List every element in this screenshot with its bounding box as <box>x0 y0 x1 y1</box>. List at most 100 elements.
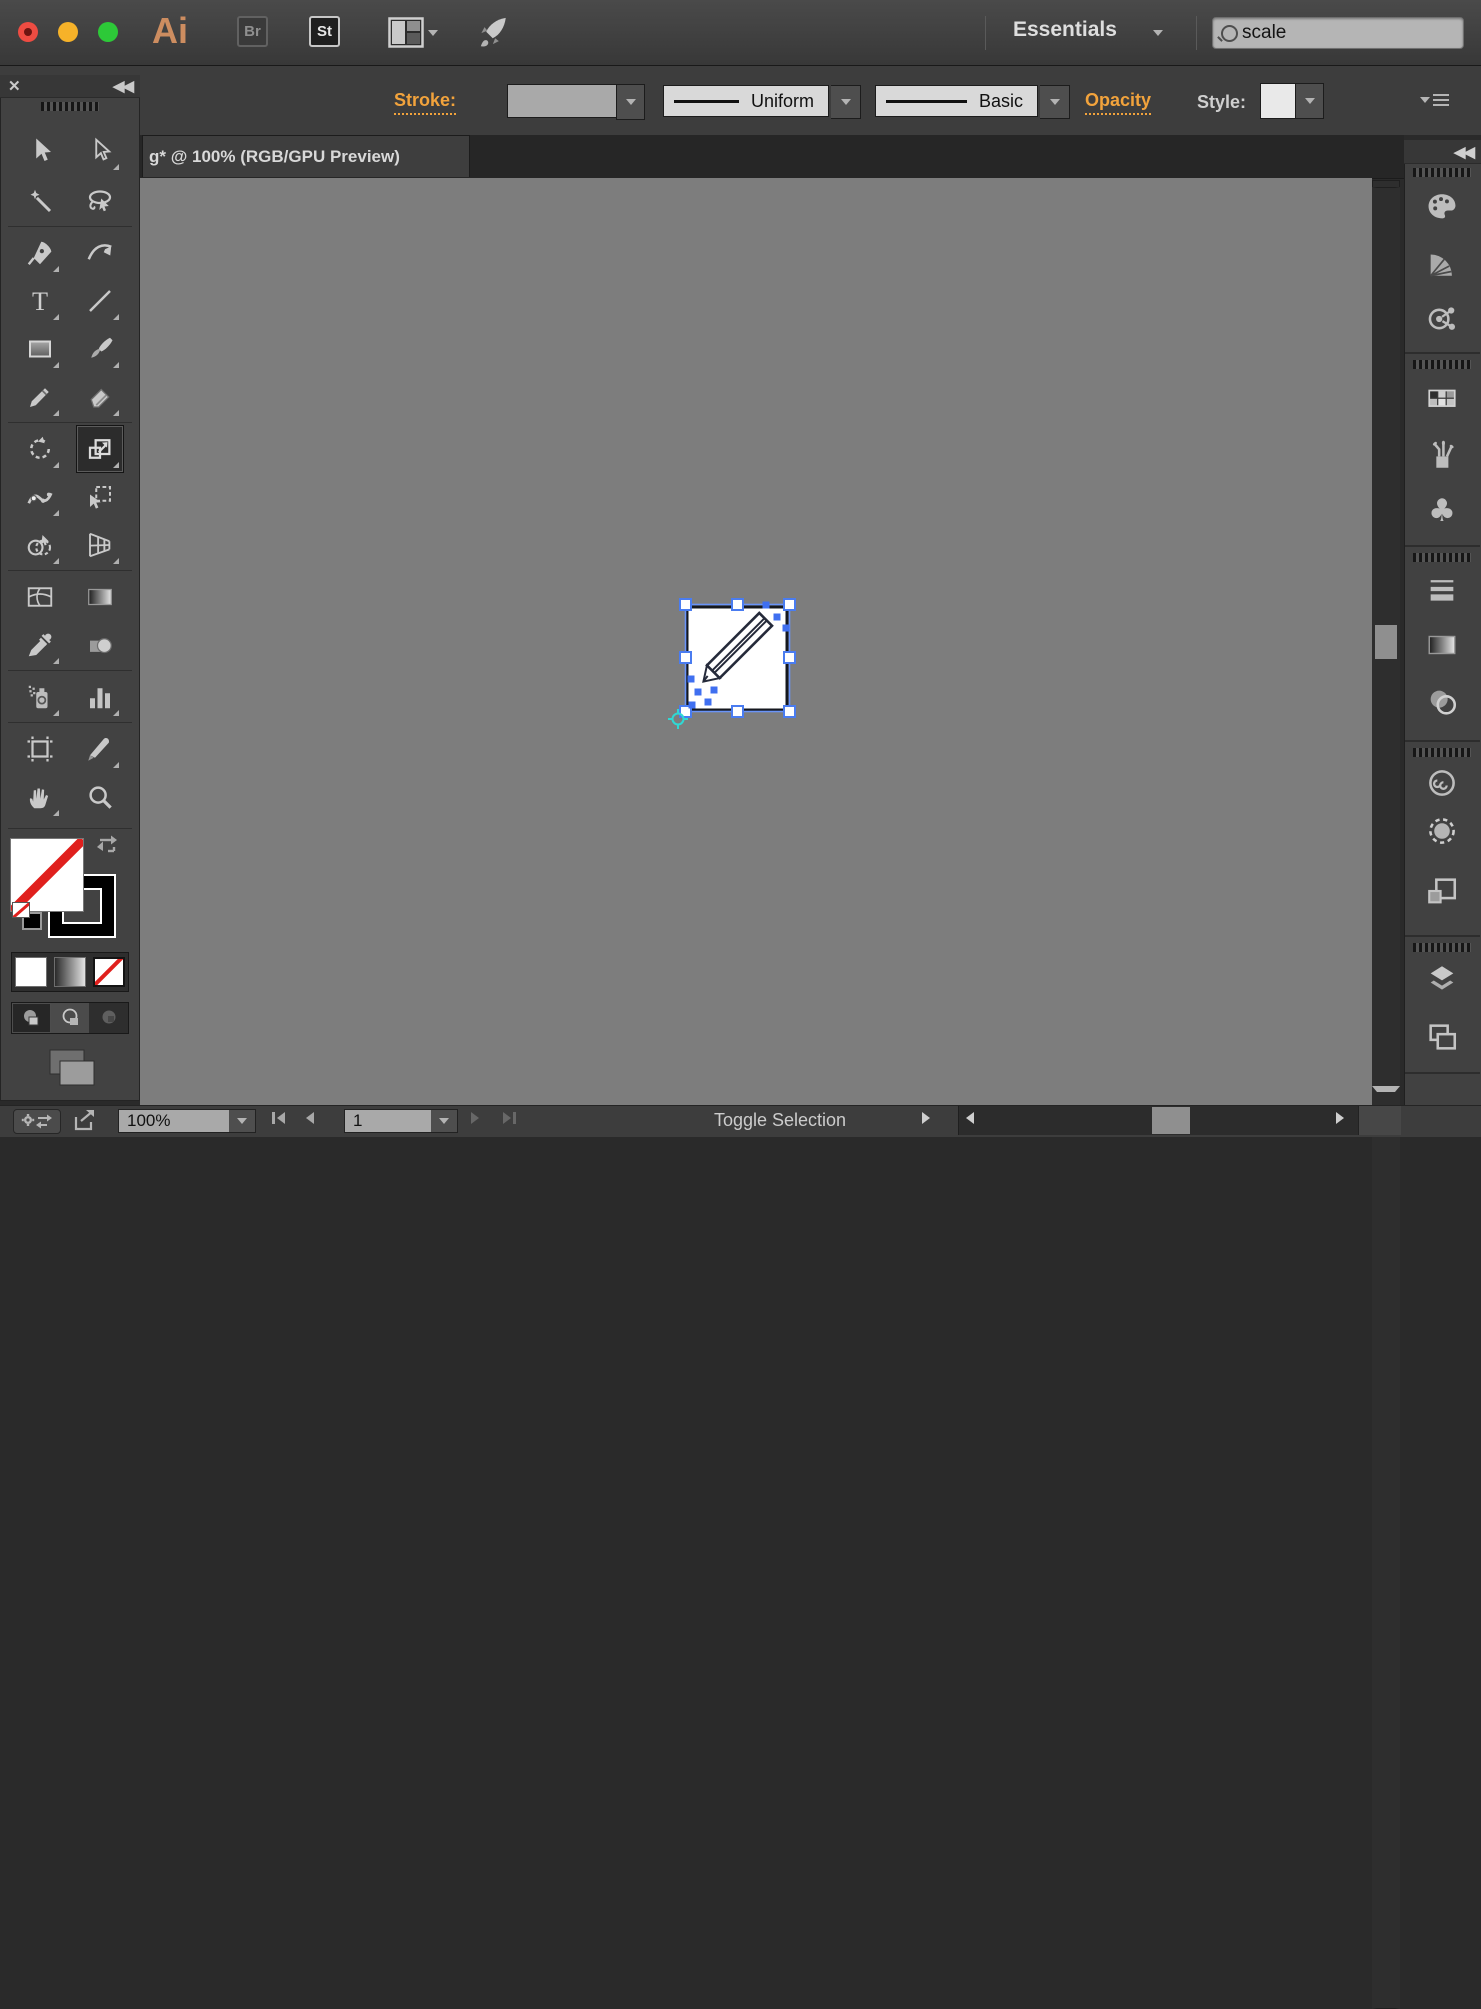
dock-gripper[interactable] <box>1413 553 1471 562</box>
magic-wand-tool-button[interactable] <box>17 178 63 224</box>
layers-panel-button[interactable] <box>1414 956 1470 1002</box>
selection-tool-button[interactable] <box>17 128 63 174</box>
width-profile-dropdown[interactable] <box>831 85 861 119</box>
bridge-button[interactable]: Br <box>237 16 268 47</box>
gradient-button[interactable] <box>54 957 86 987</box>
share-rocket-button[interactable] <box>476 14 510 55</box>
zoom-tool-button[interactable] <box>77 774 123 820</box>
close-window-button[interactable] <box>18 22 38 42</box>
scroll-right-arrow[interactable] <box>1336 1112 1344 1124</box>
line-segment-tool-button[interactable] <box>77 278 123 324</box>
minimize-window-button[interactable] <box>58 22 78 42</box>
arrange-documents-button[interactable] <box>388 17 424 53</box>
help-search-field[interactable]: ✕ <box>1212 17 1464 49</box>
eraser-tool-button[interactable] <box>77 374 123 420</box>
zoom-level-field[interactable]: 100% <box>118 1109 230 1133</box>
stock-button[interactable]: St <box>309 16 340 47</box>
first-artboard-button[interactable] <box>272 1112 285 1124</box>
draw-inside-button[interactable] <box>89 1003 128 1033</box>
opacity-panel-link[interactable]: Opacity <box>1085 90 1151 115</box>
scroll-left-arrow[interactable] <box>966 1112 974 1124</box>
image-trace-panel-button[interactable] <box>1414 808 1470 854</box>
free-transform-tool-button[interactable] <box>77 474 123 520</box>
gradient-tool-button[interactable] <box>77 574 123 620</box>
color-themes-panel-button[interactable] <box>1414 296 1470 342</box>
artboards-panel-button[interactable] <box>1414 1014 1470 1060</box>
stroke-panel-button[interactable] <box>1414 566 1470 612</box>
zoom-level-dropdown[interactable] <box>229 1109 256 1133</box>
asset-export-panel-button[interactable] <box>1414 868 1470 914</box>
color-guide-panel-button[interactable] <box>1414 240 1470 286</box>
cc-libraries-panel-button[interactable] <box>1414 760 1470 806</box>
slice-tool-button[interactable] <box>77 726 123 772</box>
symbols-panel-button[interactable]: ♣ <box>1414 488 1470 534</box>
transparency-panel-button[interactable] <box>1414 679 1470 725</box>
graphic-style-swatch[interactable] <box>1260 83 1296 119</box>
dock-gripper[interactable] <box>1413 360 1471 369</box>
blend-tool-button[interactable] <box>77 622 123 668</box>
panel-gripper[interactable] <box>41 102 99 111</box>
workspace-switcher-arrow[interactable] <box>1153 30 1163 36</box>
brushes-panel-button[interactable] <box>1414 432 1470 478</box>
stroke-weight-field[interactable] <box>507 84 617 118</box>
eyedropper-tool-button[interactable] <box>17 622 63 668</box>
next-artboard-button[interactable] <box>471 1112 479 1124</box>
zoom-window-button[interactable] <box>98 22 118 42</box>
arrange-documents-arrow[interactable] <box>428 30 438 36</box>
share-export-button[interactable] <box>70 1107 100 1139</box>
draw-behind-button[interactable] <box>51 1003 90 1033</box>
dock-gripper[interactable] <box>1413 943 1471 952</box>
scroll-down-arrow[interactable] <box>1372 1086 1400 2009</box>
search-input[interactable] <box>1238 22 1481 44</box>
column-graph-tool-button[interactable] <box>77 674 123 720</box>
graphic-style-dropdown[interactable] <box>1296 83 1324 119</box>
shape-builder-tool-button[interactable] <box>17 522 63 568</box>
dock-gripper[interactable] <box>1413 748 1471 757</box>
swap-fill-stroke-button[interactable] <box>94 832 120 861</box>
dock-gripper[interactable] <box>1413 168 1471 177</box>
last-artboard-button[interactable] <box>503 1112 516 1124</box>
stroke-panel-link[interactable]: Stroke: <box>394 90 456 115</box>
horizontal-scrollbar-thumb[interactable] <box>1152 1107 1190 1134</box>
scale-tool-button[interactable] <box>76 425 124 473</box>
none-button[interactable] <box>93 957 125 987</box>
color-panel-button[interactable] <box>1414 184 1470 230</box>
selected-artwork[interactable] <box>640 580 820 740</box>
sync-settings-button[interactable] <box>13 1109 61 1134</box>
rotate-tool-button[interactable] <box>17 426 63 472</box>
pen-tool-button[interactable] <box>17 230 63 276</box>
vertical-scrollbar-thumb[interactable] <box>1375 625 1397 659</box>
perspective-grid-tool-button[interactable] <box>77 522 123 568</box>
stroke-weight-dropdown[interactable] <box>616 84 645 120</box>
rectangle-tool-button[interactable] <box>17 326 63 372</box>
direct-selection-tool-button[interactable] <box>77 128 123 174</box>
artboard-tool-button[interactable] <box>17 726 63 772</box>
width-profile-select[interactable]: Uniform <box>663 85 829 117</box>
document-tab[interactable]: g* @ 100% (RGB/GPU Preview) <box>142 135 470 177</box>
default-fill-stroke-button[interactable] <box>12 902 42 932</box>
brush-definition-select[interactable]: Basic <box>875 85 1038 117</box>
pencil-tool-button[interactable] <box>17 374 63 420</box>
change-screen-mode-button[interactable] <box>44 1046 96 1095</box>
artboard-number-field[interactable]: 1 <box>344 1109 432 1133</box>
draw-normal-button[interactable] <box>12 1003 51 1033</box>
collapse-panel-icon[interactable]: ◀◀ <box>113 77 132 95</box>
type-tool-button[interactable]: T <box>17 278 63 324</box>
hand-tool-button[interactable] <box>17 774 63 820</box>
paintbrush-tool-button[interactable] <box>77 326 123 372</box>
artboard-number-dropdown[interactable] <box>431 1109 458 1133</box>
gradient-panel-button[interactable] <box>1414 622 1470 668</box>
symbol-sprayer-tool-button[interactable] <box>17 674 63 720</box>
fill-indicator-swatch[interactable] <box>10 838 84 912</box>
curvature-tool-button[interactable] <box>77 230 123 276</box>
brush-definition-dropdown[interactable] <box>1040 85 1070 119</box>
workspace-switcher[interactable]: Essentials <box>1013 18 1117 42</box>
color-button[interactable] <box>15 957 47 987</box>
width-tool-button[interactable] <box>17 474 63 520</box>
status-bar-menu-button[interactable] <box>922 1112 930 1124</box>
control-panel-menu-button[interactable] <box>1420 94 1449 106</box>
lasso-tool-button[interactable] <box>77 178 123 224</box>
previous-artboard-button[interactable] <box>306 1112 314 1124</box>
swatches-panel-button[interactable] <box>1414 376 1470 422</box>
close-panel-icon[interactable]: ✕ <box>8 79 21 94</box>
